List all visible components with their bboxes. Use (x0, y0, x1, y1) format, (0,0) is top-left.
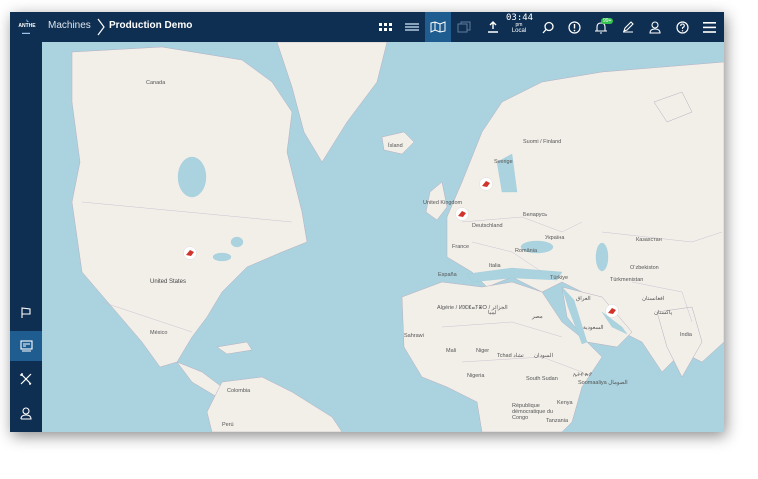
list-view-icon[interactable] (399, 12, 425, 42)
label-deutschland: Deutschland (472, 223, 503, 229)
label-algeria: Algérie / ⵍⵣⵣⴰⵢⴻⵔ / الجزائر (437, 305, 508, 311)
label-espana: España (438, 272, 457, 278)
label-ethiopia: ኢትዮጵያ (573, 372, 592, 378)
world-map[interactable]: Canada United States México Colombia Per… (42, 42, 724, 432)
menu-icon[interactable] (696, 12, 722, 42)
breadcrumb-chevron-icon (97, 18, 105, 36)
help-icon[interactable] (669, 12, 695, 42)
map-land (71, 42, 724, 432)
top-bar: ANTHE ▬▬ Machines Production Demo 03:44 … (10, 12, 724, 42)
machine-marker-europe[interactable] (455, 207, 469, 221)
label-south-sudan: South Sudan (526, 376, 558, 382)
label-ukraine: Україна (545, 235, 565, 241)
logo-text: ANTHE (18, 23, 36, 29)
label-mexico: México (150, 330, 168, 336)
label-india: India (680, 332, 692, 338)
notification-bell-icon[interactable]: 99+ (588, 12, 614, 42)
app-window: ANTHE ▬▬ Machines Production Demo 03:44 … (10, 12, 724, 432)
label-egypt: مصر (532, 314, 543, 320)
clock-zone: Local (511, 28, 527, 34)
label-colombia: Colombia (227, 388, 251, 394)
edit-pencil-icon[interactable] (615, 12, 641, 42)
label-united-states: United States (150, 279, 187, 285)
label-pakistan: پاکستان (654, 310, 673, 316)
upload-icon[interactable] (480, 12, 506, 42)
label-peru: Perú (222, 422, 234, 428)
label-iceland: Ísland (388, 143, 403, 149)
label-saudi: السعودية (583, 325, 604, 331)
flag-icon[interactable] (10, 298, 42, 328)
app-logo[interactable]: ANTHE ▬▬ (16, 18, 38, 36)
label-france: France (452, 244, 470, 250)
label-belarus: Беларусь (523, 212, 548, 218)
label-turkiye: Türkiye (550, 275, 569, 281)
grid-view-icon[interactable] (373, 12, 399, 42)
machine-marker-scandinavia[interactable] (479, 177, 493, 191)
label-iraq: العراق (576, 296, 591, 302)
label-libya: ليبيا (488, 310, 497, 316)
label-tchad: Tchad تشاد (497, 353, 524, 359)
machine-marker-usa[interactable] (183, 246, 197, 260)
label-suomi: Suomi / Finland (523, 139, 562, 145)
label-niger: Niger (476, 348, 490, 354)
machine-icon[interactable] (10, 331, 42, 361)
notification-badge: 99+ (601, 18, 614, 24)
label-italia: Italia (489, 263, 501, 269)
label-romania: România (515, 248, 538, 254)
operator-icon[interactable] (10, 398, 42, 428)
label-sverige: Sverige (494, 159, 513, 165)
map-view-icon[interactable] (425, 12, 451, 42)
label-uzbekistan: O‘zbekiston (630, 265, 659, 271)
label-afghanistan: افغانستان (642, 296, 665, 302)
machine-marker-gulf[interactable] (605, 304, 619, 318)
label-canada: Canada (146, 80, 166, 86)
label-tanzania: Tanzania (546, 418, 569, 424)
label-turkmenistan: Türkmenistan (610, 277, 644, 283)
sidebar (10, 42, 42, 432)
label-nigeria: Nigeria (467, 373, 485, 379)
label-mali: Mali (446, 348, 457, 354)
alert-icon[interactable] (561, 12, 587, 42)
label-sahara: Sahrawi (404, 333, 424, 339)
clock: 03:44 pm Local (506, 14, 533, 35)
label-somalia: Soomaaliya الصومال (578, 380, 628, 386)
user-icon[interactable] (642, 12, 668, 42)
label-sudan: السودان (534, 353, 553, 359)
layers-view-icon[interactable] (451, 12, 477, 42)
breadcrumb-machines[interactable]: Machines (48, 20, 91, 31)
breadcrumb-current: Production Demo (109, 20, 193, 31)
label-united-kingdom: United Kingdom (423, 200, 463, 206)
tools-icon[interactable] (10, 364, 42, 394)
label-kazakhstan: Казахстан (636, 237, 662, 243)
search-icon[interactable] (535, 12, 561, 42)
